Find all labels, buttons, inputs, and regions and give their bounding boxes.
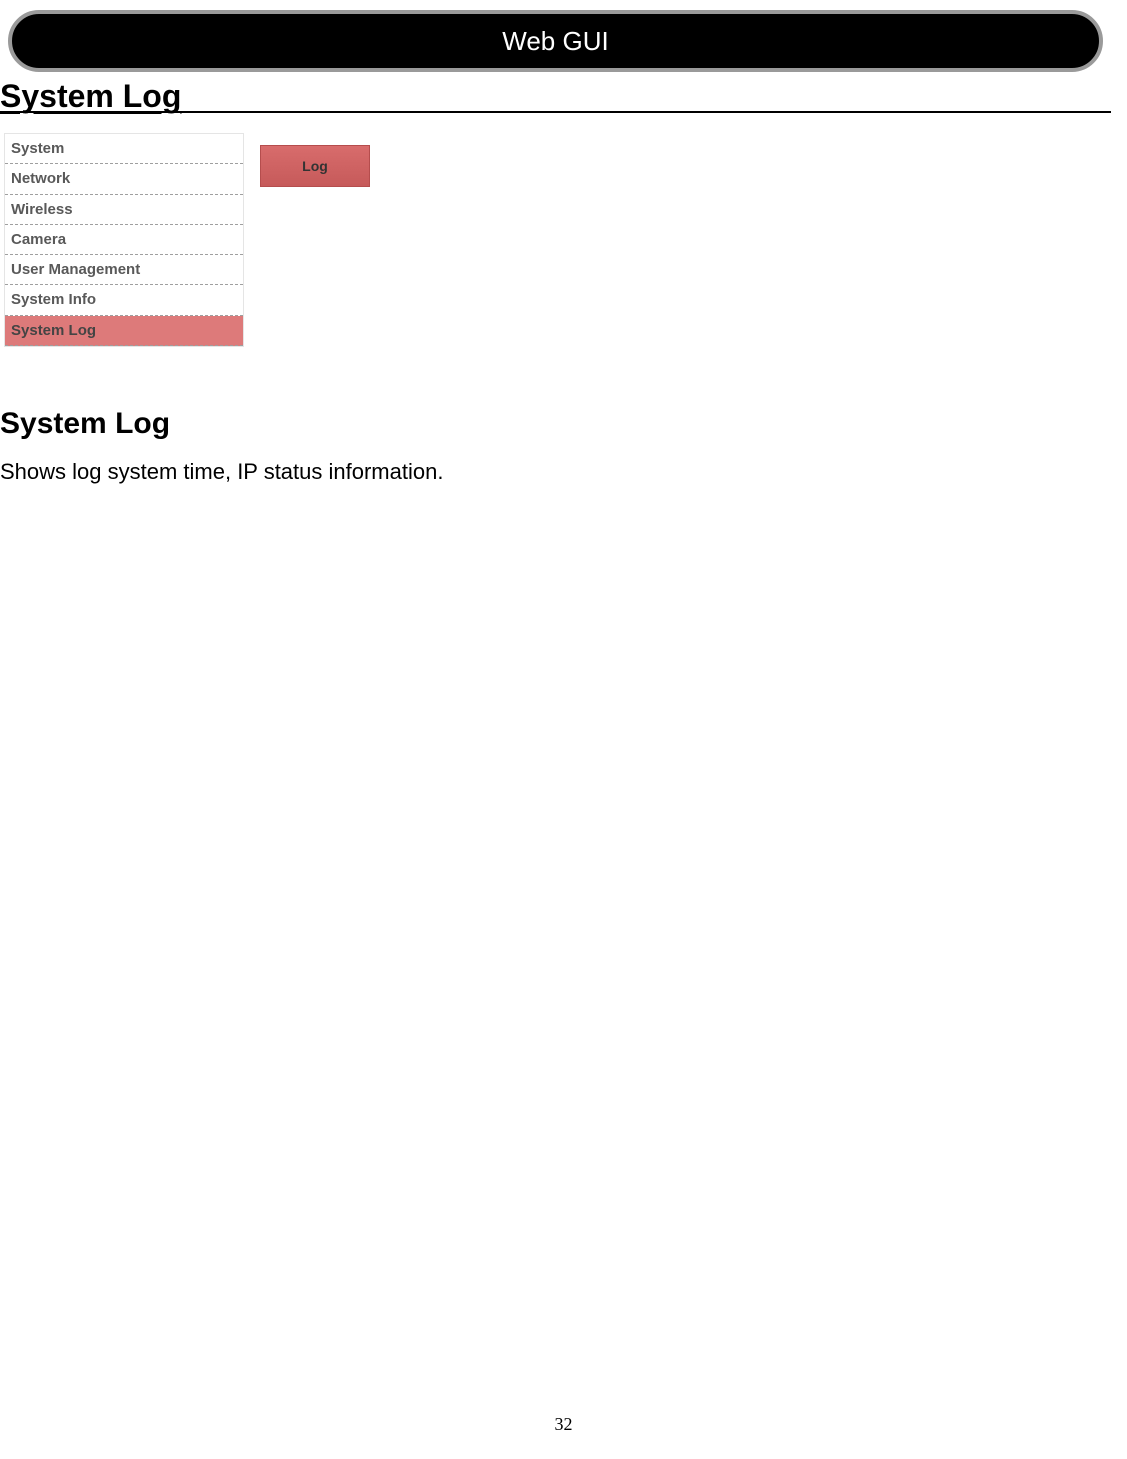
nav-item-system-info[interactable]: System Info [5,285,243,315]
nav-item-wireless[interactable]: Wireless [5,195,243,225]
side-nav: System Network Wireless Camera User Mana… [4,133,244,347]
tab-log[interactable]: Log [260,145,370,187]
content-body: Shows log system time, IP status informa… [0,459,1111,485]
page-number: 32 [0,1414,1127,1435]
content-heading: System Log [0,407,1111,441]
nav-item-network[interactable]: Network [5,164,243,194]
nav-item-camera[interactable]: Camera [5,225,243,255]
header-title: Web GUI [502,26,608,57]
header-bar: Web GUI [8,10,1103,72]
content-block: System Log Shows log system time, IP sta… [0,407,1111,485]
tab-log-label: Log [302,158,328,174]
nav-item-user-management[interactable]: User Management [5,255,243,285]
nav-item-system[interactable]: System [5,134,243,164]
nav-item-system-log[interactable]: System Log [5,316,243,346]
screenshot-area: System Network Wireless Camera User Mana… [4,133,1111,347]
